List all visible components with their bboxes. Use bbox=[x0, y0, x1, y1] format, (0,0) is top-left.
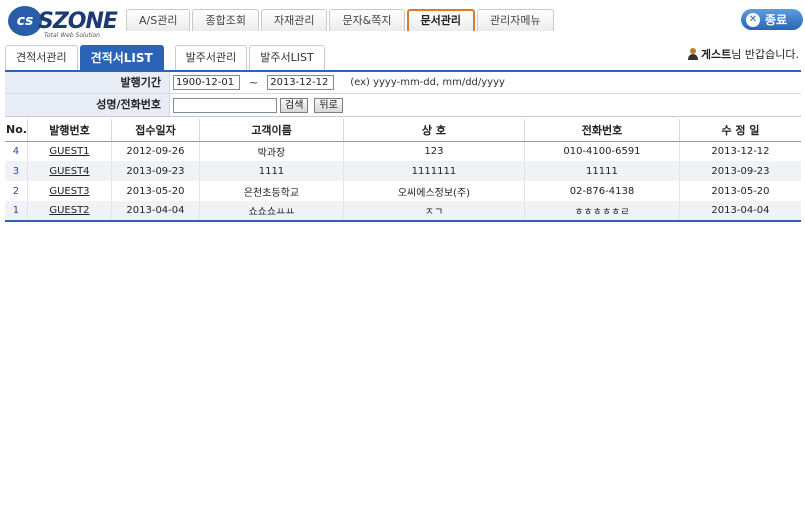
date-format-hint: (ex) yyyy-mm-dd, mm/dd/yyyy bbox=[350, 77, 505, 88]
cell-phone: 010-4100-6591 bbox=[523, 141, 680, 161]
top-menu-overview[interactable]: 종합조회 bbox=[192, 9, 259, 31]
table-row[interactable]: 1 GUEST2 2013-04-04 쇼쇼쇼ㅛㅛ ㅈㄱ ㅎㅎㅎㅎㅎㄹ 2013… bbox=[5, 201, 801, 222]
name-phone-label: 성명/전화번호 bbox=[5, 94, 170, 116]
code-link[interactable]: GUEST1 bbox=[49, 146, 89, 157]
col-company: 상 호 bbox=[342, 119, 525, 142]
logo-mark: cs bbox=[8, 6, 42, 36]
close-icon: ✕ bbox=[746, 12, 760, 27]
code-link[interactable]: GUEST3 bbox=[49, 186, 89, 197]
date-to-input[interactable] bbox=[267, 75, 335, 90]
cell-customer: 박과장 bbox=[198, 141, 344, 161]
code-link[interactable]: GUEST4 bbox=[49, 166, 89, 177]
cell-company: 1111111 bbox=[342, 161, 525, 181]
welcome-name: 게스트 bbox=[700, 48, 732, 61]
cell-received: 2012-09-26 bbox=[110, 141, 200, 161]
cell-customer: 쇼쇼쇼ㅛㅛ bbox=[198, 201, 344, 222]
cell-modified: 2013-09-23 bbox=[678, 161, 801, 181]
welcome-message: 게스트 님 반갑습니다. bbox=[687, 46, 799, 62]
exit-label: 종료 bbox=[765, 13, 788, 27]
cell-company: ㅈㄱ bbox=[342, 201, 525, 222]
col-customer: 고객이름 bbox=[198, 119, 344, 142]
cell-received: 2013-09-23 bbox=[110, 161, 200, 181]
top-menu-as[interactable]: A/S관리 bbox=[126, 9, 191, 31]
period-label: 발행기간 bbox=[5, 72, 170, 93]
cell-received: 2013-05-20 bbox=[110, 181, 200, 201]
sub-tabs: 견적서관리 견적서LIST 발주서관리 발주서LIST bbox=[5, 45, 327, 70]
logo[interactable]: cs SZONE Total Web Solution bbox=[8, 6, 118, 40]
tab-order-list[interactable]: 발주서LIST bbox=[249, 45, 325, 70]
cell-phone: ㅎㅎㅎㅎㅎㄹ bbox=[523, 201, 680, 222]
table-row[interactable]: 3 GUEST4 2013-09-23 1111 1111111 11111 2… bbox=[5, 161, 801, 181]
tab-estimate-manage[interactable]: 견적서관리 bbox=[5, 45, 78, 70]
col-code: 발행번호 bbox=[26, 119, 112, 142]
cell-no: 3 bbox=[5, 161, 28, 181]
search-form: 발행기간 ~ (ex) yyyy-mm-dd, mm/dd/yyyy 성명/전화… bbox=[5, 72, 801, 117]
code-link[interactable]: GUEST2 bbox=[49, 205, 89, 216]
col-no: No. bbox=[5, 119, 28, 142]
col-phone: 전화번호 bbox=[523, 119, 680, 142]
cell-phone: 02-876-4138 bbox=[523, 181, 680, 201]
cell-modified: 2013-12-12 bbox=[678, 141, 801, 161]
search-button[interactable]: 검색 bbox=[280, 97, 309, 113]
logo-brand: SZONE bbox=[38, 9, 118, 34]
cell-no: 1 bbox=[5, 201, 28, 222]
logo-tagline: Total Web Solution bbox=[44, 32, 100, 39]
estimate-table: No. 발행번호 접수일자 고객이름 상 호 전화번호 수 정 일 4 GUES… bbox=[5, 119, 801, 222]
top-menu-messages[interactable]: 문자&쪽지 bbox=[329, 9, 405, 31]
cell-modified: 2013-04-04 bbox=[678, 201, 801, 222]
col-received: 접수일자 bbox=[110, 119, 200, 142]
table-header-row: No. 발행번호 접수일자 고객이름 상 호 전화번호 수 정 일 bbox=[5, 119, 801, 142]
welcome-suffix: 님 반갑습니다. bbox=[731, 48, 799, 61]
name-row: 성명/전화번호 검색 뒤로 bbox=[5, 94, 801, 116]
top-menu-admin[interactable]: 관리자메뉴 bbox=[476, 9, 554, 31]
cell-no: 2 bbox=[12, 185, 20, 197]
cell-customer: 1111 bbox=[198, 161, 344, 181]
col-modified: 수 정 일 bbox=[678, 119, 801, 142]
date-range-separator: ~ bbox=[249, 76, 259, 89]
table-row[interactable]: 4 GUEST1 2012-09-26 박과장 123 010-4100-659… bbox=[5, 141, 801, 161]
top-menu-materials[interactable]: 자재관리 bbox=[260, 9, 328, 31]
back-button[interactable]: 뒤로 bbox=[314, 97, 343, 113]
cell-company: 123 bbox=[342, 141, 525, 161]
cell-received: 2013-04-04 bbox=[110, 201, 200, 222]
cell-customer: 은천초등학교 bbox=[198, 181, 344, 201]
user-icon bbox=[687, 48, 698, 60]
tab-order-manage[interactable]: 발주서관리 bbox=[174, 45, 248, 70]
table-row[interactable]: 2 GUEST3 2013-05-20 은천초등학교 오씨에스정보(주) 02-… bbox=[5, 181, 801, 201]
top-menu-documents[interactable]: 문서관리 bbox=[406, 9, 475, 31]
exit-button[interactable]: ✕ 종료 bbox=[741, 9, 803, 30]
period-row: 발행기간 ~ (ex) yyyy-mm-dd, mm/dd/yyyy bbox=[5, 72, 801, 94]
cell-modified: 2013-05-20 bbox=[678, 181, 801, 201]
tab-estimate-list[interactable]: 견적서LIST bbox=[79, 45, 164, 70]
cell-no: 4 bbox=[12, 145, 20, 157]
name-phone-input[interactable] bbox=[173, 97, 277, 113]
cell-phone: 11111 bbox=[523, 161, 680, 181]
cell-company: 오씨에스정보(주) bbox=[342, 181, 525, 201]
date-from-input[interactable] bbox=[173, 75, 240, 90]
top-menu: A/S관리 종합조회 자재관리 문자&쪽지 문서관리 관리자메뉴 bbox=[126, 9, 554, 31]
